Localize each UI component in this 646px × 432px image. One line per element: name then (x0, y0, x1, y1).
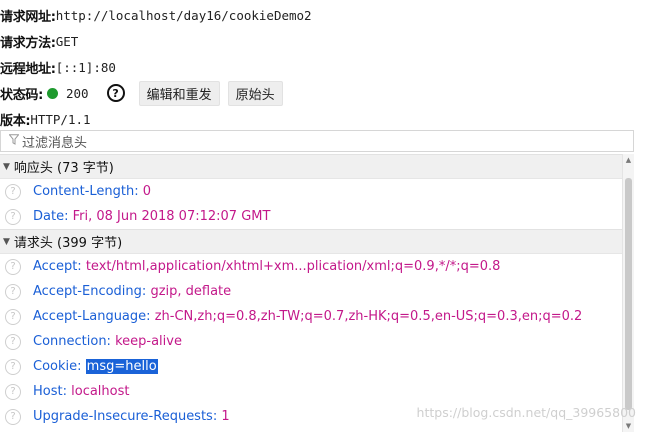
header-row[interactable]: ? Date: Fri, 08 Jun 2018 07:12:07 GMT (0, 204, 622, 229)
edit-and-resend-button[interactable]: 编辑和重发 (138, 80, 220, 106)
header-row[interactable]: ? Accept: text/html,application/xhtml+xm… (0, 254, 622, 279)
header-value[interactable]: zh-CN,zh;q=0.8,zh-TW;q=0.7,zh-HK;q=0.5,e… (155, 309, 583, 324)
header-help-icon[interactable]: ? (5, 408, 21, 425)
cookie-value-selected[interactable]: msg=hello (85, 359, 158, 374)
header-row[interactable]: ? Host: localhost (0, 379, 622, 404)
remote-address-label: 远程地址: (0, 61, 56, 77)
question-circle-icon[interactable]: ? (106, 84, 125, 102)
header-help-icon[interactable]: ? (5, 308, 21, 325)
header-help-icon[interactable]: ? (5, 283, 21, 300)
response-headers-title: 响应头 (73 字节) (13, 161, 114, 176)
remote-address-row: 远程地址: [::1]:80 (0, 54, 646, 80)
request-method-value: GET (55, 33, 79, 49)
header-row[interactable]: ? Accept-Language: zh-CN,zh;q=0.8,zh-TW;… (0, 304, 622, 329)
expand-triangle-icon[interactable]: ▼ (3, 162, 10, 172)
header-value[interactable]: Fri, 08 Jun 2018 07:12:07 GMT (73, 209, 271, 224)
header-name: Content-Length: (33, 184, 139, 199)
header-row[interactable]: ? Accept-Encoding: gzip, deflate (0, 279, 622, 304)
header-row[interactable]: ? Connection: keep-alive (0, 329, 622, 354)
request-headers-title: 请求头 (399 字节) (13, 236, 123, 251)
request-summary: 请求网址: http://localhost/day16/cookieDemo2… (0, 0, 646, 132)
version-value: HTTP/1.1 (30, 111, 91, 127)
filter-headers-input[interactable]: 过滤消息头 (0, 130, 634, 152)
headers-panel: ▼ 响应头 (73 字节) ? Content-Length: 0 ? Date… (0, 154, 622, 432)
header-help-icon[interactable]: ? (5, 208, 21, 225)
request-url-value[interactable]: http://localhost/day16/cookieDemo2 (56, 8, 312, 23)
header-value[interactable]: localhost (71, 384, 129, 399)
status-row: 状态码: 200 ? 编辑和重发 原始头 (0, 80, 646, 106)
response-headers-section[interactable]: ▼ 响应头 (73 字节) (0, 154, 622, 179)
header-value[interactable]: keep-alive (115, 334, 182, 349)
header-value[interactable]: 1 (221, 409, 229, 424)
status-code: 200 (66, 85, 89, 101)
header-name: Date: (33, 209, 69, 224)
header-value[interactable]: 0 (143, 184, 151, 199)
filter-placeholder: 过滤消息头 (22, 135, 88, 151)
version-row: 版本: HTTP/1.1 (0, 106, 646, 132)
header-name: Accept-Language: (33, 309, 151, 324)
header-name: Upgrade-Insecure-Requests: (33, 409, 218, 424)
header-help-icon[interactable]: ? (5, 333, 21, 350)
version-label: 版本: (0, 113, 31, 129)
header-help-icon[interactable]: ? (5, 258, 21, 275)
header-row[interactable]: ? Content-Length: 0 (0, 179, 622, 204)
header-value[interactable]: text/html,application/xhtml+xm...plicati… (86, 259, 501, 274)
header-row[interactable]: ? Cookie: msg=hello (0, 354, 622, 379)
header-help-icon[interactable]: ? (5, 383, 21, 400)
header-help-icon[interactable]: ? (5, 358, 21, 375)
header-name: Host: (33, 384, 67, 399)
funnel-icon (8, 134, 20, 148)
scroll-up-icon[interactable]: ▲ (623, 154, 634, 166)
request-url-row: 请求网址: http://localhost/day16/cookieDemo2 (0, 2, 646, 28)
vertical-scrollbar[interactable]: ▲ ▼ (622, 154, 634, 432)
scroll-down-icon[interactable]: ▼ (623, 420, 634, 432)
header-value[interactable]: gzip, deflate (150, 284, 231, 299)
remote-address-value: [::1]:80 (55, 59, 116, 75)
header-name: Cookie: (33, 359, 82, 374)
scrollbar-thumb[interactable] (625, 178, 632, 410)
watermark: https://blog.csdn.net/qq_39965800 (416, 405, 636, 420)
status-label: 状态码: (0, 87, 43, 103)
header-name: Connection: (33, 334, 111, 349)
header-name: Accept: (33, 259, 82, 274)
request-method-row: 请求方法: GET (0, 28, 646, 54)
expand-triangle-icon[interactable]: ▼ (3, 237, 10, 247)
request-method-label: 请求方法: (0, 35, 56, 51)
header-name: Accept-Encoding: (33, 284, 147, 299)
request-headers-section[interactable]: ▼ 请求头 (399 字节) (0, 229, 622, 254)
header-help-icon[interactable]: ? (5, 183, 21, 200)
request-url-label: 请求网址: (0, 9, 56, 25)
raw-headers-button[interactable]: 原始头 (227, 80, 283, 106)
status-ok-icon (47, 87, 58, 99)
